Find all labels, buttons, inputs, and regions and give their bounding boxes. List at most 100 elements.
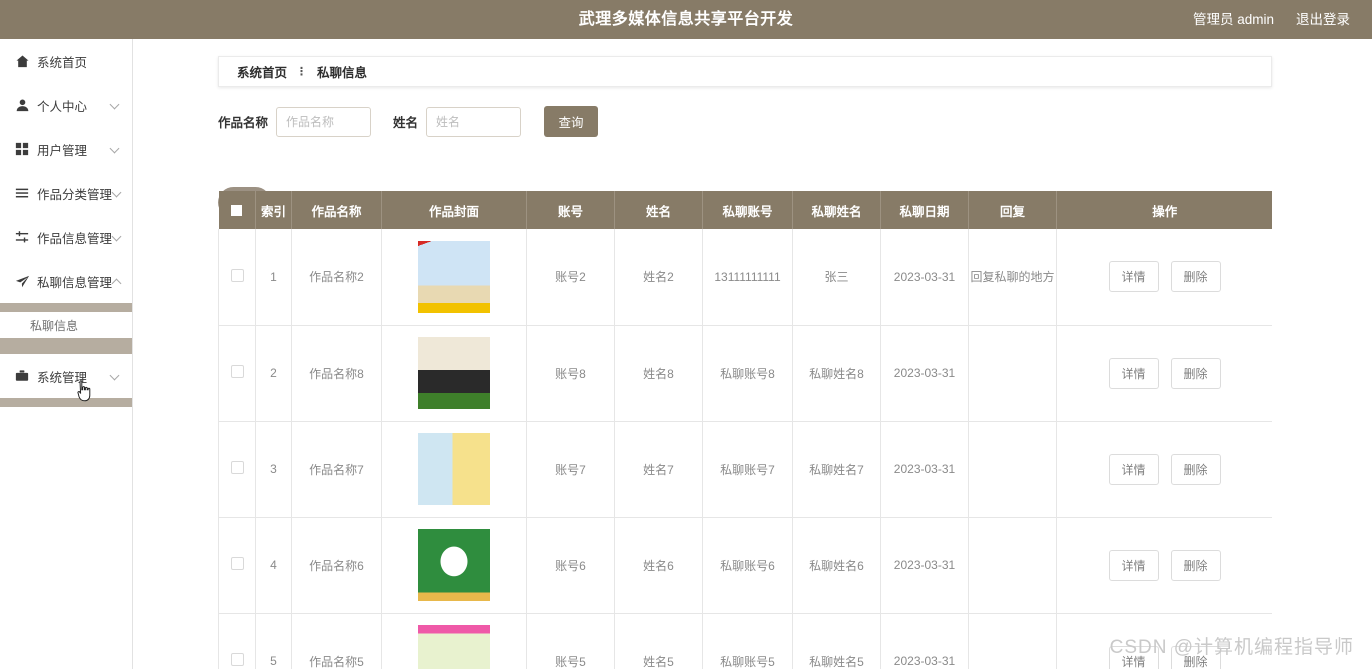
- sidebar-item-system-management[interactable]: 系统管理: [0, 354, 132, 398]
- work-cover-thumbnail[interactable]: [418, 625, 490, 669]
- select-all-header[interactable]: [218, 191, 256, 229]
- table-row: 4 作品名称6 账号6 姓名6 私聊账号6 私聊姓名6 2023-03-31 详情 删除: [218, 517, 1272, 614]
- delete-button[interactable]: 删除: [1170, 357, 1221, 389]
- cell-work-name: 作品名称7: [291, 421, 382, 518]
- person-name-input[interactable]: [426, 106, 522, 137]
- breadcrumb-home[interactable]: 系统首页: [237, 62, 287, 81]
- row-select-cell[interactable]: [218, 517, 256, 614]
- sidebar-item-private-chat-management[interactable]: 私聊信息管理: [0, 259, 132, 303]
- row-select-cell[interactable]: [218, 613, 256, 669]
- sidebar-item-home[interactable]: 系统首页: [0, 39, 132, 83]
- grid-icon: [14, 141, 30, 157]
- detail-button[interactable]: 详情: [1108, 645, 1159, 669]
- cell-account: 账号6: [526, 517, 615, 614]
- column-header-reply: 回复: [968, 191, 1057, 229]
- cell-index: 4: [255, 517, 292, 614]
- work-cover-thumbnail[interactable]: [418, 240, 490, 313]
- detail-button[interactable]: 详情: [1108, 357, 1159, 389]
- cell-work-cover: [381, 229, 527, 326]
- row-select-cell[interactable]: [218, 421, 256, 518]
- breadcrumb-current: 私聊信息: [317, 66, 368, 80]
- delete-button[interactable]: 删除: [1170, 645, 1221, 669]
- submenu-band-mid2: [0, 347, 132, 354]
- detail-button[interactable]: 详情: [1108, 549, 1159, 581]
- column-header-actions: 操作: [1056, 191, 1272, 229]
- sidebar-item-personal-center[interactable]: 个人中心: [0, 83, 132, 127]
- cell-actions: 详情 删除: [1056, 421, 1272, 518]
- work-cover-thumbnail[interactable]: [418, 529, 490, 601]
- cell-work-cover: [381, 325, 527, 422]
- cell-chat-date: 2023-03-31: [880, 421, 969, 518]
- cell-chat-account: 私聊账号5: [702, 613, 793, 669]
- row-checkbox[interactable]: [230, 557, 244, 570]
- chevron-down-icon: [110, 144, 120, 154]
- work-cover-thumbnail[interactable]: [418, 433, 490, 505]
- delete-button[interactable]: 删除: [1170, 549, 1221, 581]
- work-name-input[interactable]: [276, 106, 372, 137]
- submenu-band-top: [0, 303, 132, 312]
- table-row: 1 作品名称2 账号2 姓名2 13111111111 张三 2023-03-31 回复私聊的…: [218, 229, 1272, 326]
- cell-name: 姓名8: [614, 325, 703, 422]
- cell-reply: [968, 613, 1057, 669]
- cell-chat-date: 2023-03-31: [880, 229, 969, 326]
- chevron-down-icon: [110, 371, 120, 381]
- cell-chat-date: 2023-03-31: [880, 325, 969, 422]
- list-icon: [14, 185, 30, 201]
- row-checkbox[interactable]: [230, 365, 244, 378]
- sidebar-item-user-management[interactable]: 用户管理: [0, 127, 132, 171]
- cell-name: 姓名2: [614, 229, 703, 326]
- cell-chat-account: 私聊账号6: [702, 517, 793, 614]
- cell-chat-name: 私聊姓名5: [792, 613, 881, 669]
- detail-button[interactable]: 详情: [1108, 453, 1159, 485]
- sidebar-subitem-label: 私聊信息: [30, 318, 79, 333]
- row-checkbox[interactable]: [230, 461, 244, 474]
- column-header-name: 姓名: [614, 191, 703, 229]
- admin-label[interactable]: 管理员 admin: [1193, 0, 1274, 39]
- top-header: 武理多媒体信息共享平台开发 管理员 admin 退出登录: [0, 0, 1372, 39]
- cell-work-name: 作品名称5: [291, 613, 382, 669]
- sidebar-item-label: 系统首页: [37, 55, 88, 70]
- select-all-checkbox[interactable]: [231, 205, 243, 217]
- sidebar-item-label: 私聊信息管理: [37, 275, 113, 290]
- row-select-cell[interactable]: [218, 325, 256, 422]
- cell-name: 姓名6: [614, 517, 703, 614]
- row-checkbox[interactable]: [230, 268, 244, 282]
- column-header-chat-account: 私聊账号: [702, 191, 793, 229]
- sidebar-item-label: 个人中心: [37, 99, 88, 114]
- logout-link[interactable]: 退出登录: [1296, 0, 1350, 39]
- sidebar-subitem-private-chat-info[interactable]: 私聊信息: [0, 312, 132, 338]
- search-form: 作品名称 姓名 查询: [218, 106, 599, 137]
- sidebar-item-work-info-management[interactable]: 作品信息管理: [0, 215, 132, 259]
- filter-icon: [14, 229, 30, 245]
- delete-button[interactable]: 删除: [1170, 453, 1221, 485]
- work-cover-thumbnail[interactable]: [418, 337, 490, 409]
- column-header-account: 账号: [526, 191, 615, 229]
- cell-index: 1: [255, 229, 292, 326]
- sidebar-item-work-category-management[interactable]: 作品分类管理: [0, 171, 132, 215]
- table-container: 索引 作品名称 作品封面 账号 姓名 私聊账号 私聊姓名 私聊日期 回复 操作 …: [218, 191, 1272, 669]
- delete-button[interactable]: 删除: [1170, 261, 1221, 293]
- work-name-label: 作品名称: [218, 116, 269, 130]
- table-row: 2 作品名称8 账号8 姓名8 私聊账号8 私聊姓名8 2023-03-31 详情 删除: [218, 325, 1272, 422]
- page-title: 武理多媒体信息共享平台开发: [578, 11, 794, 28]
- cell-work-name: 作品名称2: [291, 229, 382, 326]
- cell-work-cover: [381, 517, 527, 614]
- sidebar-item-label: 作品分类管理: [37, 187, 113, 202]
- home-icon: [14, 53, 30, 69]
- column-header-chat-date: 私聊日期: [880, 191, 969, 229]
- row-select-cell[interactable]: [218, 229, 256, 326]
- submenu-band-bottom: [0, 398, 132, 407]
- cell-actions: 详情 删除: [1056, 325, 1272, 422]
- header-user-area: 管理员 admin 退出登录: [1193, 0, 1350, 39]
- query-button[interactable]: 查询: [544, 106, 599, 137]
- table-header-row: 索引 作品名称 作品封面 账号 姓名 私聊账号 私聊姓名 私聊日期 回复 操作: [218, 191, 1272, 229]
- detail-button[interactable]: 详情: [1108, 261, 1159, 293]
- row-checkbox[interactable]: [230, 653, 244, 666]
- column-header-index: 索引: [255, 191, 292, 229]
- cell-reply: 回复私聊的地方: [968, 229, 1057, 326]
- user-icon: [14, 97, 30, 113]
- cell-actions: 详情 删除: [1056, 229, 1272, 326]
- chevron-up-icon: [112, 276, 122, 286]
- cell-reply: [968, 325, 1057, 422]
- cell-name: 姓名7: [614, 421, 703, 518]
